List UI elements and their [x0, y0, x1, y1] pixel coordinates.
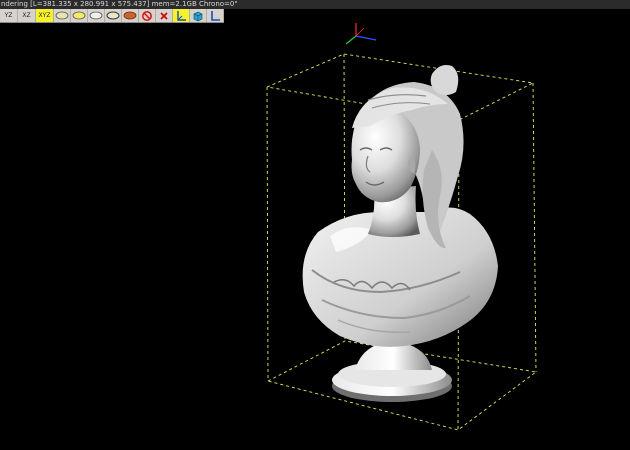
close-x-icon[interactable] — [156, 9, 173, 22]
textured-ellipse-icon[interactable] — [122, 9, 139, 22]
wire-ellipse-icon[interactable] — [88, 9, 105, 22]
3d-viewport[interactable] — [0, 23, 630, 450]
toolbar: YZ XZ XYZ — [0, 9, 224, 23]
view-xz-button[interactable]: XZ — [18, 9, 36, 22]
outline-ellipse-icon[interactable] — [105, 9, 122, 22]
view-yz-label: YZ — [4, 12, 13, 19]
cube-icon[interactable] — [190, 9, 207, 22]
window-title: ndering [L=381.335 x 280.991 x 575.437] … — [0, 0, 630, 9]
flat-ellipse-icon[interactable] — [71, 9, 88, 22]
shaded-ellipse-icon[interactable] — [54, 9, 71, 22]
angle-tool-icon[interactable] — [207, 9, 224, 22]
view-xyz-label: XYZ — [38, 12, 51, 19]
view-xz-label: XZ — [22, 12, 31, 19]
axis-gizmo — [345, 23, 377, 45]
axes-icon[interactable] — [173, 9, 190, 22]
view-yz-button[interactable]: YZ — [0, 9, 18, 22]
marble-bust-model — [302, 65, 498, 402]
no-entry-icon[interactable] — [139, 9, 156, 22]
view-xyz-button[interactable]: XYZ — [36, 9, 54, 22]
